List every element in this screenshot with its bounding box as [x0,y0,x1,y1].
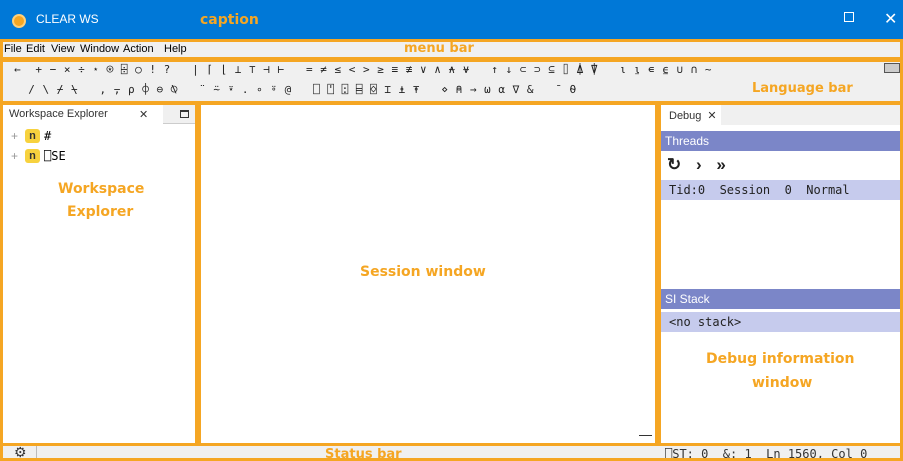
workspace-annotation-1: Workspace [58,181,145,197]
debug-annotation-1: Debug information [706,351,855,367]
close-button[interactable]: ✕ [884,9,897,29]
session-annotation: Session window [360,264,486,280]
debug-frame [658,102,903,446]
menu-bar-annotation: menu bar [404,41,474,56]
status-bar-annotation: Status bar [325,447,402,461]
debug-annotation-2: window [752,375,813,391]
workspace-annotation-2: Explorer [67,204,134,220]
caption-bar: CLEAR WS ✕ [0,0,903,40]
language-bar-annotation: Language bar [752,81,853,96]
maximize-button[interactable] [844,12,854,22]
app-title: CLEAR WS [36,12,99,26]
app-logo-icon [12,14,26,28]
caption-annotation: caption [200,12,259,28]
status-bar-frame [0,443,903,461]
workspace-frame [0,102,198,446]
